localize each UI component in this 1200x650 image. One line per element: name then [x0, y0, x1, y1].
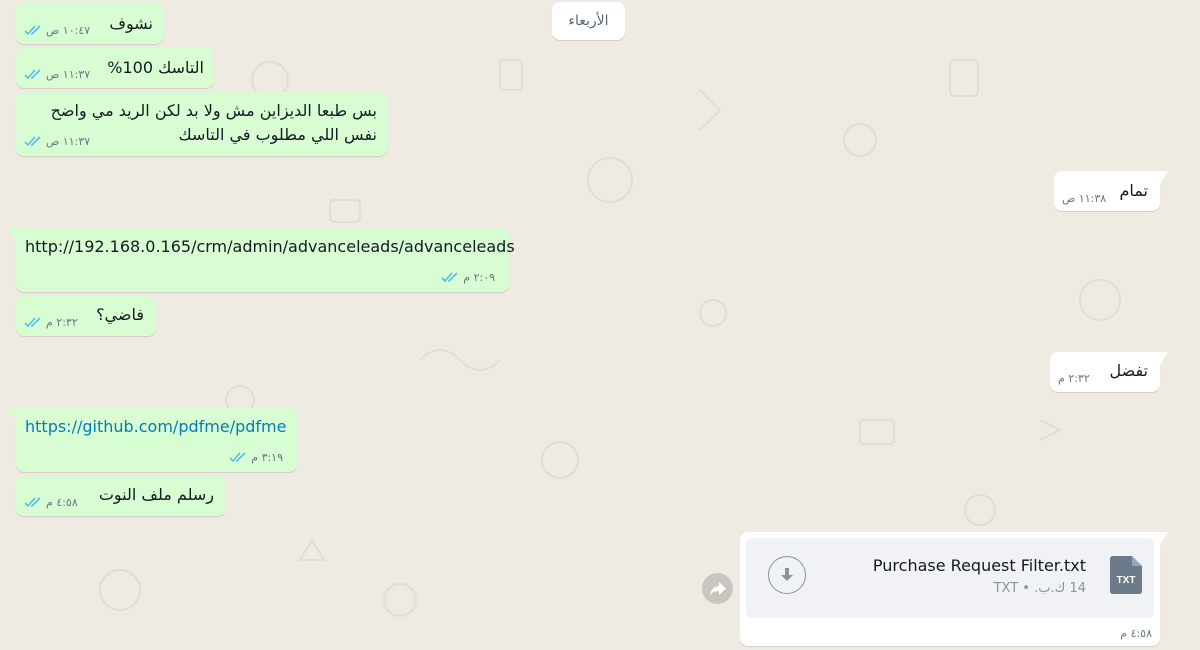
bubble-tail	[1160, 532, 1168, 545]
bubble-tail	[8, 408, 16, 421]
file-name: Purchase Request Filter.txt	[872, 556, 1086, 575]
bubble-tail	[8, 228, 16, 241]
message-bubble[interactable]: فاضي؟ ٢:٣٢ م	[16, 296, 156, 336]
message-bubble[interactable]: التاسك 100% ١١:٣٧ ص	[16, 48, 214, 88]
message-meta: ٢:٣٢ م	[24, 316, 78, 329]
message-time: ١١:٣٨ ص	[1062, 192, 1107, 205]
message-meta: ١١:٣٧ ص	[24, 68, 90, 81]
message-bubble[interactable]: نشوف ١٠:٤٧ ص	[16, 2, 163, 44]
message-bubble[interactable]: تفضل ٢:٣٢ م	[1050, 352, 1168, 392]
file-info: 14 ك.ب. • TXT	[993, 581, 1086, 596]
message-meta: ٤:٥٨ م	[24, 496, 78, 509]
message-meta: ١١:٣٨ ص	[1062, 192, 1106, 205]
message-bubble[interactable]: https://github.com/pdfme/pdfme ٣:١٩ م	[8, 408, 297, 472]
message-meta: ٣:١٩ م	[229, 451, 283, 464]
message-text: رسلم ملف النوت	[98, 485, 214, 504]
message-bubble[interactable]: http://192.168.0.165/crm/admin/advancele…	[8, 228, 515, 292]
double-check-icon	[229, 452, 246, 463]
message-text-line-1: بس طبعا الديزاين مش ولا بد لكن الريد مي …	[50, 101, 377, 120]
message-meta: ١٠:٤٧ ص	[24, 24, 90, 37]
message-time: ٢:٣٢ م	[46, 316, 78, 329]
double-check-icon	[24, 69, 41, 80]
txt-file-icon: TXT	[1110, 556, 1142, 594]
file-icon-label: TXT	[1117, 575, 1136, 586]
file-attachment[interactable]: Purchase Request Filter.txt 14 ك.ب. • TX…	[746, 538, 1154, 618]
message-time: ٤:٥٨ م	[1120, 627, 1152, 640]
download-icon	[781, 568, 793, 581]
forward-button[interactable]	[702, 573, 733, 604]
message-meta: ٢:٣٢ م	[1058, 372, 1090, 385]
bubble-tail	[1160, 171, 1168, 184]
double-check-icon	[24, 136, 41, 147]
message-link-text[interactable]: http://192.168.0.165/crm/admin/advancele…	[25, 237, 515, 256]
bubble-tail	[1160, 352, 1168, 365]
message-time: ١١:٣٧ ص	[46, 68, 91, 81]
message-text-line-2: نفس اللي مطلوب في التاسك	[178, 125, 377, 144]
double-check-icon	[24, 25, 41, 36]
message-link[interactable]: https://github.com/pdfme/pdfme	[25, 417, 286, 436]
message-bubble[interactable]: رسلم ملف النوت ٤:٥٨ م	[16, 476, 226, 516]
message-meta: ١١:٣٧ ص	[24, 135, 90, 148]
message-text: فاضي؟	[96, 305, 144, 324]
message-time: ١٠:٤٧ ص	[46, 24, 91, 37]
message-time: ٣:١٩ م	[251, 451, 283, 464]
message-meta: ٤:٥٨ م	[1120, 627, 1152, 640]
double-check-icon	[441, 272, 458, 283]
message-text: نشوف	[109, 14, 153, 33]
forward-icon	[709, 581, 726, 596]
message-meta: ٢:٠٩ م	[441, 271, 495, 284]
file-message-bubble[interactable]: Purchase Request Filter.txt 14 ك.ب. • TX…	[740, 532, 1168, 646]
message-text: تفضل	[1109, 361, 1148, 380]
double-check-icon	[24, 497, 41, 508]
message-time: ٢:٠٩ م	[463, 271, 495, 284]
message-time: ٤:٥٨ م	[46, 496, 78, 509]
message-bubble[interactable]: تمام ١١:٣٨ ص	[1054, 171, 1168, 211]
message-text: التاسك 100%	[107, 58, 204, 77]
message-time: ١١:٣٧ ص	[46, 135, 91, 148]
date-divider: الأربعاء	[552, 2, 625, 40]
download-button[interactable]	[768, 556, 806, 594]
message-time: ٢:٣٢ م	[1058, 372, 1090, 385]
message-text: تمام	[1119, 181, 1148, 200]
message-bubble[interactable]: بس طبعا الديزاين مش ولا بد لكن الريد مي …	[16, 92, 387, 156]
double-check-icon	[24, 317, 41, 328]
